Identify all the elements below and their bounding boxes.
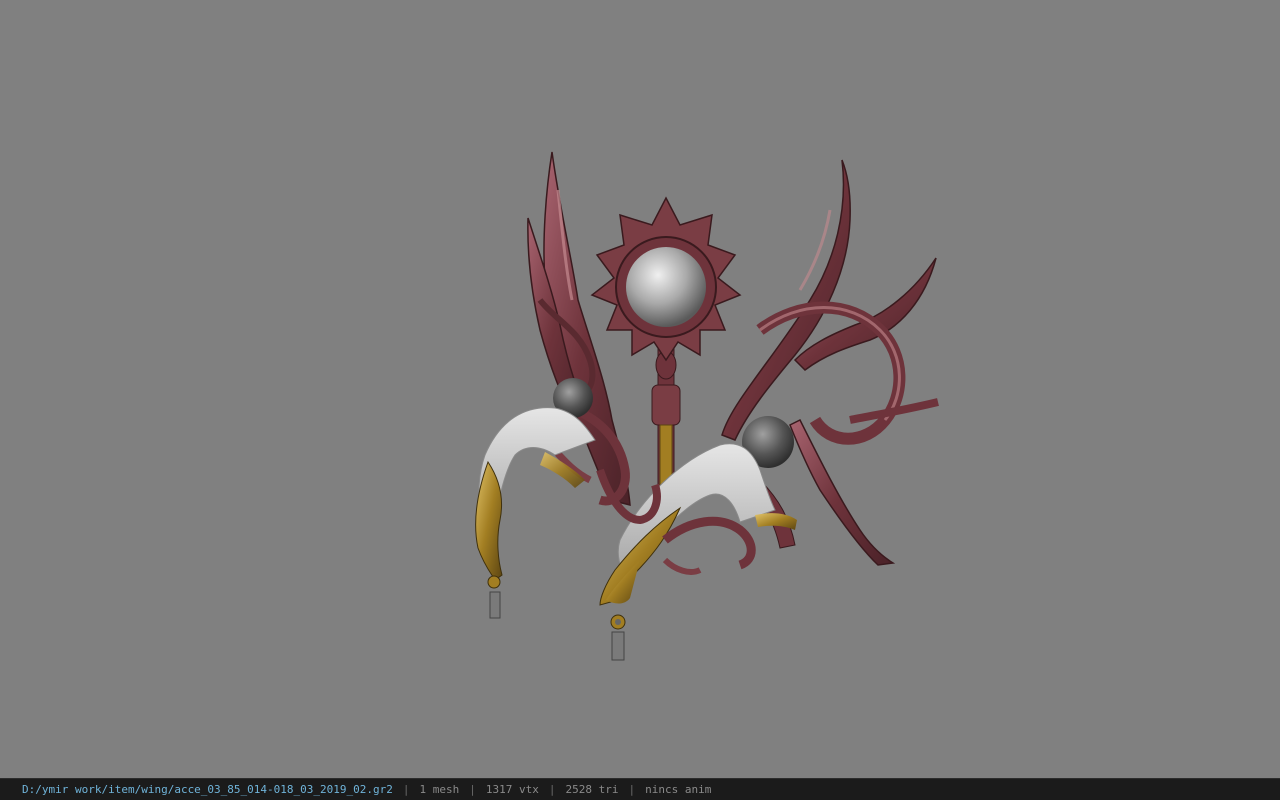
model-render xyxy=(475,151,939,661)
animation-status: nincs anim xyxy=(645,783,712,796)
sun-crown xyxy=(590,196,742,362)
file-path: D:/ymir work/item/wing/acce_03_85_014-01… xyxy=(22,783,393,796)
vertex-count: 1317 vtx xyxy=(485,783,539,796)
separator: | xyxy=(548,783,556,796)
status-bar: D:/ymir work/item/wing/acce_03_85_014-01… xyxy=(0,778,1280,800)
left-cloth-ribbon xyxy=(475,407,596,619)
separator: | xyxy=(628,783,636,796)
3d-viewport[interactable] xyxy=(0,0,1280,778)
separator: | xyxy=(469,783,476,796)
separator: | xyxy=(402,783,410,796)
mesh-count: 1 mesh xyxy=(419,783,460,796)
triangle-count: 2528 tri xyxy=(565,783,619,796)
